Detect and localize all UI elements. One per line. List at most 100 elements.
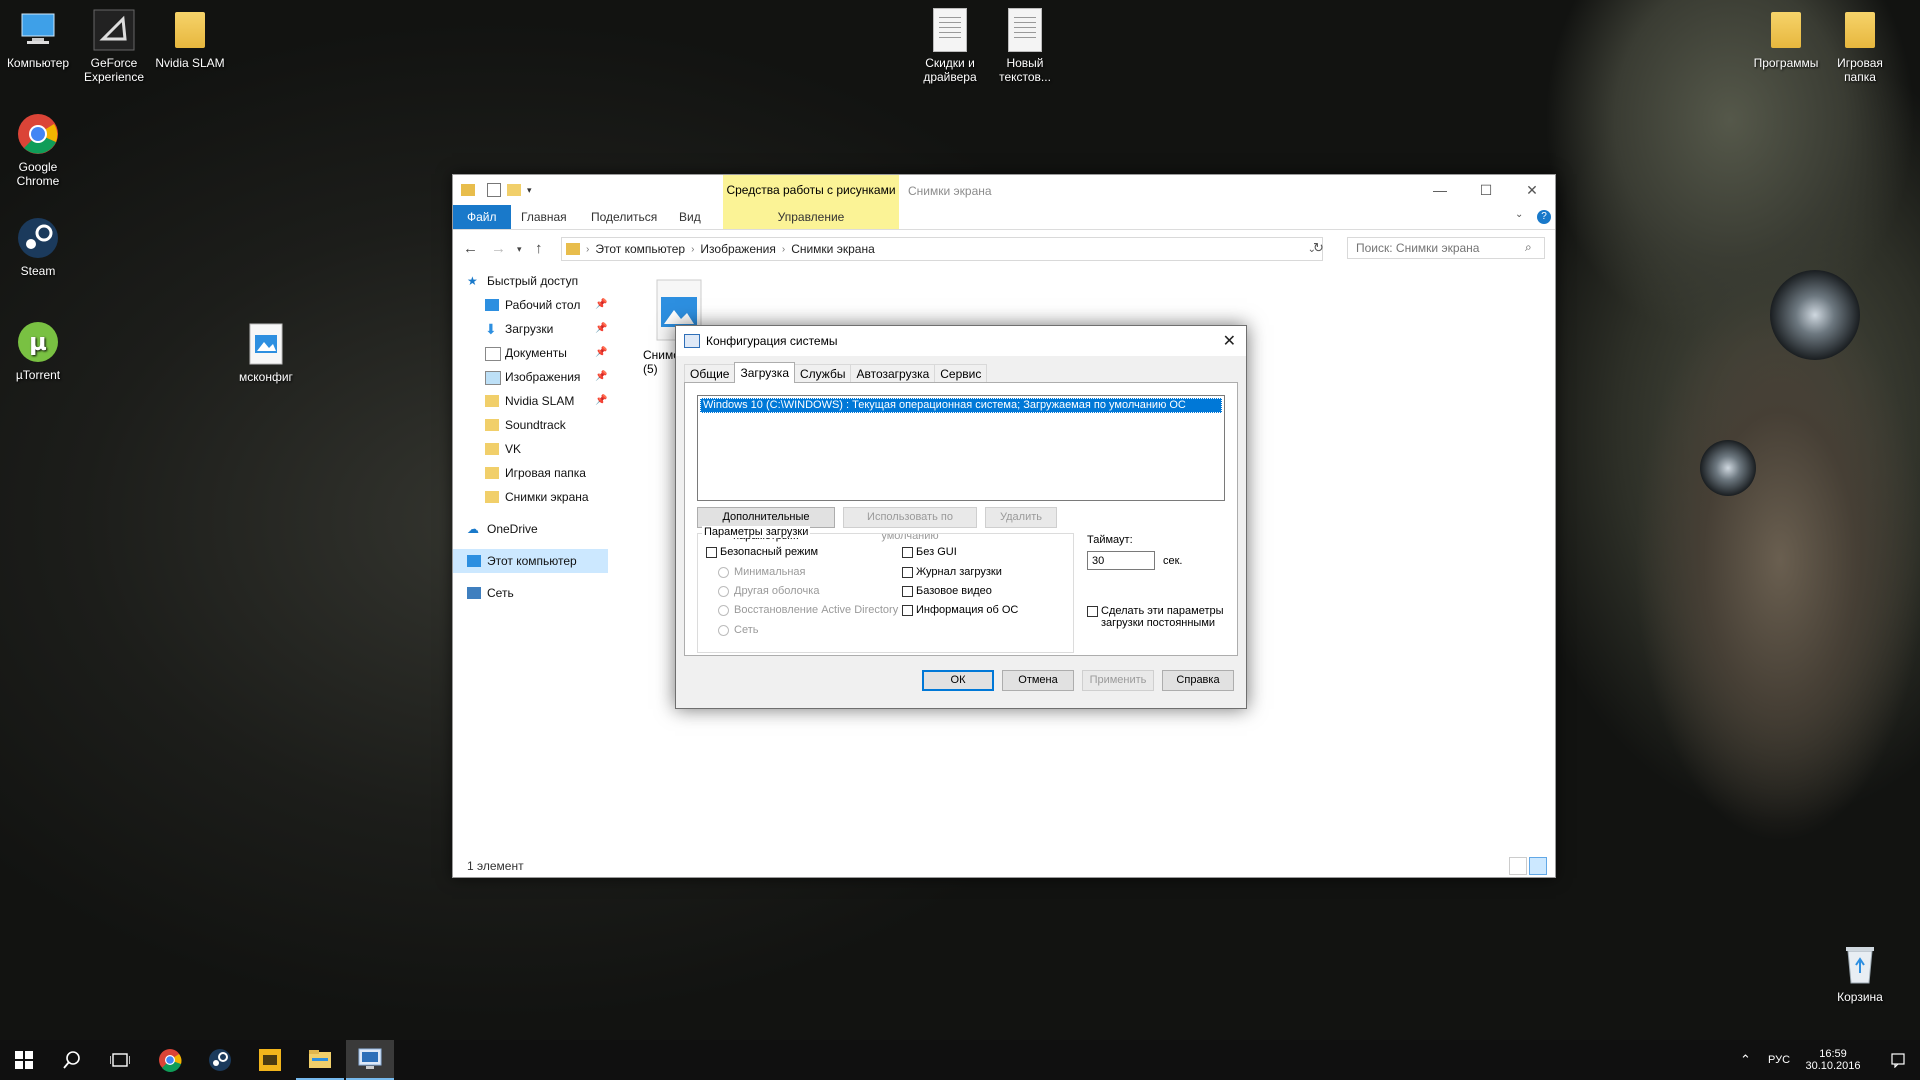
close-button[interactable]: ✕: [1509, 175, 1555, 205]
desktop-icon-recycle-bin[interactable]: Корзина: [1822, 942, 1898, 1004]
tab-services[interactable]: Службы: [794, 364, 852, 383]
recent-locations-button[interactable]: ▾: [517, 244, 522, 255]
nav-item-downloads[interactable]: ⬇ Загрузки 📌: [453, 317, 608, 341]
ad-repair-radio[interactable]: Восстановление Active Directory: [718, 604, 898, 616]
search-button[interactable]: [48, 1040, 96, 1080]
base-video-checkbox[interactable]: Базовое видео: [902, 585, 992, 597]
taskbar-steam[interactable]: [196, 1040, 244, 1080]
delete-button[interactable]: Удалить: [985, 507, 1057, 528]
alternate-shell-radio[interactable]: Другая оболочка: [718, 585, 819, 597]
back-button[interactable]: ←: [463, 240, 478, 257]
clock[interactable]: 16:59 30.10.2016: [1802, 1040, 1864, 1080]
breadcrumb-pictures[interactable]: Изображения: [700, 242, 775, 256]
desktop-icon-msconfig[interactable]: мсконфиг: [228, 322, 304, 384]
os-list[interactable]: Windows 10 (C:\WINDOWS) : Текущая операц…: [697, 395, 1225, 501]
breadcrumb-this-pc[interactable]: Этот компьютер: [595, 242, 685, 256]
help-button[interactable]: Справка: [1162, 670, 1234, 691]
tab-tools[interactable]: Сервис: [934, 364, 988, 383]
set-default-button[interactable]: Использовать по умолчанию: [843, 507, 977, 542]
address-field[interactable]: › Этот компьютер › Изображения › Снимки …: [561, 237, 1323, 261]
no-gui-checkbox[interactable]: Без GUI: [902, 546, 957, 558]
desktop-icon-new-text[interactable]: Новый текстов...: [987, 8, 1063, 84]
computer-icon: [467, 555, 481, 567]
large-icons-view-button[interactable]: [1529, 857, 1547, 875]
make-permanent-checkbox[interactable]: Сделать эти параметры загрузки постоянны…: [1087, 605, 1227, 629]
download-icon: ⬇: [485, 321, 497, 337]
ribbon-expand-icon[interactable]: ⌄: [1515, 209, 1523, 220]
nav-this-pc[interactable]: Этот компьютер: [453, 549, 608, 573]
desktop-icon-geforce[interactable]: GeForce Experience: [76, 8, 152, 84]
boot-log-checkbox[interactable]: Журнал загрузки: [902, 566, 1002, 578]
nav-item-screenshots[interactable]: Снимки экрана: [453, 485, 608, 509]
explorer-titlebar[interactable]: ▾ Средства работы с рисунками Снимки экр…: [453, 175, 1555, 205]
desktop-icon-nvidia-slam[interactable]: Nvidia SLAM: [152, 8, 228, 70]
desktop-icon-game-folder[interactable]: Игровая папка: [1822, 8, 1898, 84]
desktop-icon-utorrent[interactable]: µ µTorrent: [0, 320, 76, 382]
nav-network[interactable]: Сеть: [453, 581, 608, 605]
desktop-icon-programs[interactable]: Программы: [1748, 8, 1824, 70]
ok-button[interactable]: ОК: [922, 670, 994, 691]
help-icon[interactable]: ?: [1537, 210, 1551, 224]
advanced-options-button[interactable]: Дополнительные параметры...: [697, 507, 835, 542]
minimize-button[interactable]: —: [1417, 175, 1463, 205]
nav-item-pictures[interactable]: Изображения 📌: [453, 365, 608, 389]
tab-manage[interactable]: Управление: [723, 205, 899, 229]
tab-view[interactable]: Вид: [667, 205, 713, 229]
desktop-icon-discounts-drivers[interactable]: Скидки и драйвера: [912, 8, 988, 84]
nav-item-game-folder[interactable]: Игровая папка: [453, 461, 608, 485]
taskbar-chrome[interactable]: [146, 1040, 194, 1080]
desktop-icon-computer[interactable]: Компьютер: [0, 8, 76, 70]
properties-icon[interactable]: [487, 183, 501, 197]
new-folder-icon[interactable]: [507, 184, 521, 196]
tab-general[interactable]: Общие: [684, 364, 736, 383]
tab-boot[interactable]: Загрузка: [734, 362, 795, 383]
language-indicator[interactable]: РУС: [1768, 1040, 1790, 1080]
taskbar-file-explorer[interactable]: [296, 1040, 344, 1080]
nav-item-nvidia-slam[interactable]: Nvidia SLAM 📌: [453, 389, 608, 413]
nav-onedrive[interactable]: ☁ OneDrive: [453, 517, 608, 541]
taskbar-msconfig[interactable]: [346, 1040, 394, 1080]
os-list-item[interactable]: Windows 10 (C:\WINDOWS) : Текущая операц…: [700, 398, 1222, 413]
apply-button[interactable]: Применить: [1082, 670, 1154, 691]
tab-home[interactable]: Главная: [509, 205, 579, 229]
forward-button[interactable]: →: [491, 240, 506, 257]
file-explorer-icon: [309, 1050, 331, 1068]
up-button[interactable]: ↑: [535, 240, 543, 257]
msconfig-icon: [358, 1048, 382, 1069]
refresh-button[interactable]: ↻: [1313, 240, 1324, 256]
nav-item-vk[interactable]: VK: [453, 437, 608, 461]
search-input[interactable]: [1347, 237, 1545, 259]
maximize-button[interactable]: ☐: [1463, 175, 1509, 205]
boot-tab-panel: Windows 10 (C:\WINDOWS) : Текущая операц…: [684, 382, 1238, 656]
nav-item-soundtrack[interactable]: Soundtrack: [453, 413, 608, 437]
breadcrumb-screenshots[interactable]: Снимки экрана: [791, 242, 875, 256]
safe-mode-checkbox[interactable]: Безопасный режим: [706, 546, 818, 558]
system-configuration-dialog[interactable]: Конфигурация системы ✕ Общие Загрузка Сл…: [675, 325, 1247, 709]
timeout-unit: сек.: [1163, 555, 1183, 567]
task-view-button[interactable]: [96, 1040, 144, 1080]
network-radio[interactable]: Сеть: [718, 624, 758, 636]
nav-item-documents[interactable]: Документы 📌: [453, 341, 608, 365]
dialog-titlebar[interactable]: Конфигурация системы ✕: [676, 326, 1246, 356]
clock-date: 30.10.2016: [1805, 1060, 1861, 1072]
tray-overflow-button[interactable]: ⌃: [1740, 1040, 1751, 1080]
dialog-close-button[interactable]: ✕: [1223, 331, 1236, 351]
timeout-input[interactable]: [1087, 551, 1155, 570]
tab-startup[interactable]: Автозагрузка: [850, 364, 936, 383]
tab-file[interactable]: Файл: [453, 205, 511, 229]
minimal-radio[interactable]: Минимальная: [718, 566, 806, 578]
desktop-icon-steam[interactable]: Steam: [0, 216, 76, 278]
arrow-up-icon: ↑: [535, 240, 543, 257]
start-button[interactable]: [0, 1040, 48, 1080]
nav-quick-access[interactable]: ★ Быстрый доступ: [453, 269, 608, 293]
cancel-button[interactable]: Отмена: [1002, 670, 1074, 691]
tab-share[interactable]: Поделиться: [579, 205, 669, 229]
action-center-button[interactable]: [1890, 1040, 1906, 1080]
chevron-down-icon[interactable]: ▾: [527, 185, 532, 196]
pin-icon: 📌: [595, 371, 608, 382]
taskbar-app-yellow[interactable]: [246, 1040, 294, 1080]
desktop-icon-chrome[interactable]: Google Chrome: [0, 112, 76, 188]
os-boot-info-checkbox[interactable]: Информация об ОС: [902, 604, 1018, 616]
nav-item-desktop[interactable]: Рабочий стол 📌: [453, 293, 608, 317]
details-view-button[interactable]: [1509, 857, 1527, 875]
